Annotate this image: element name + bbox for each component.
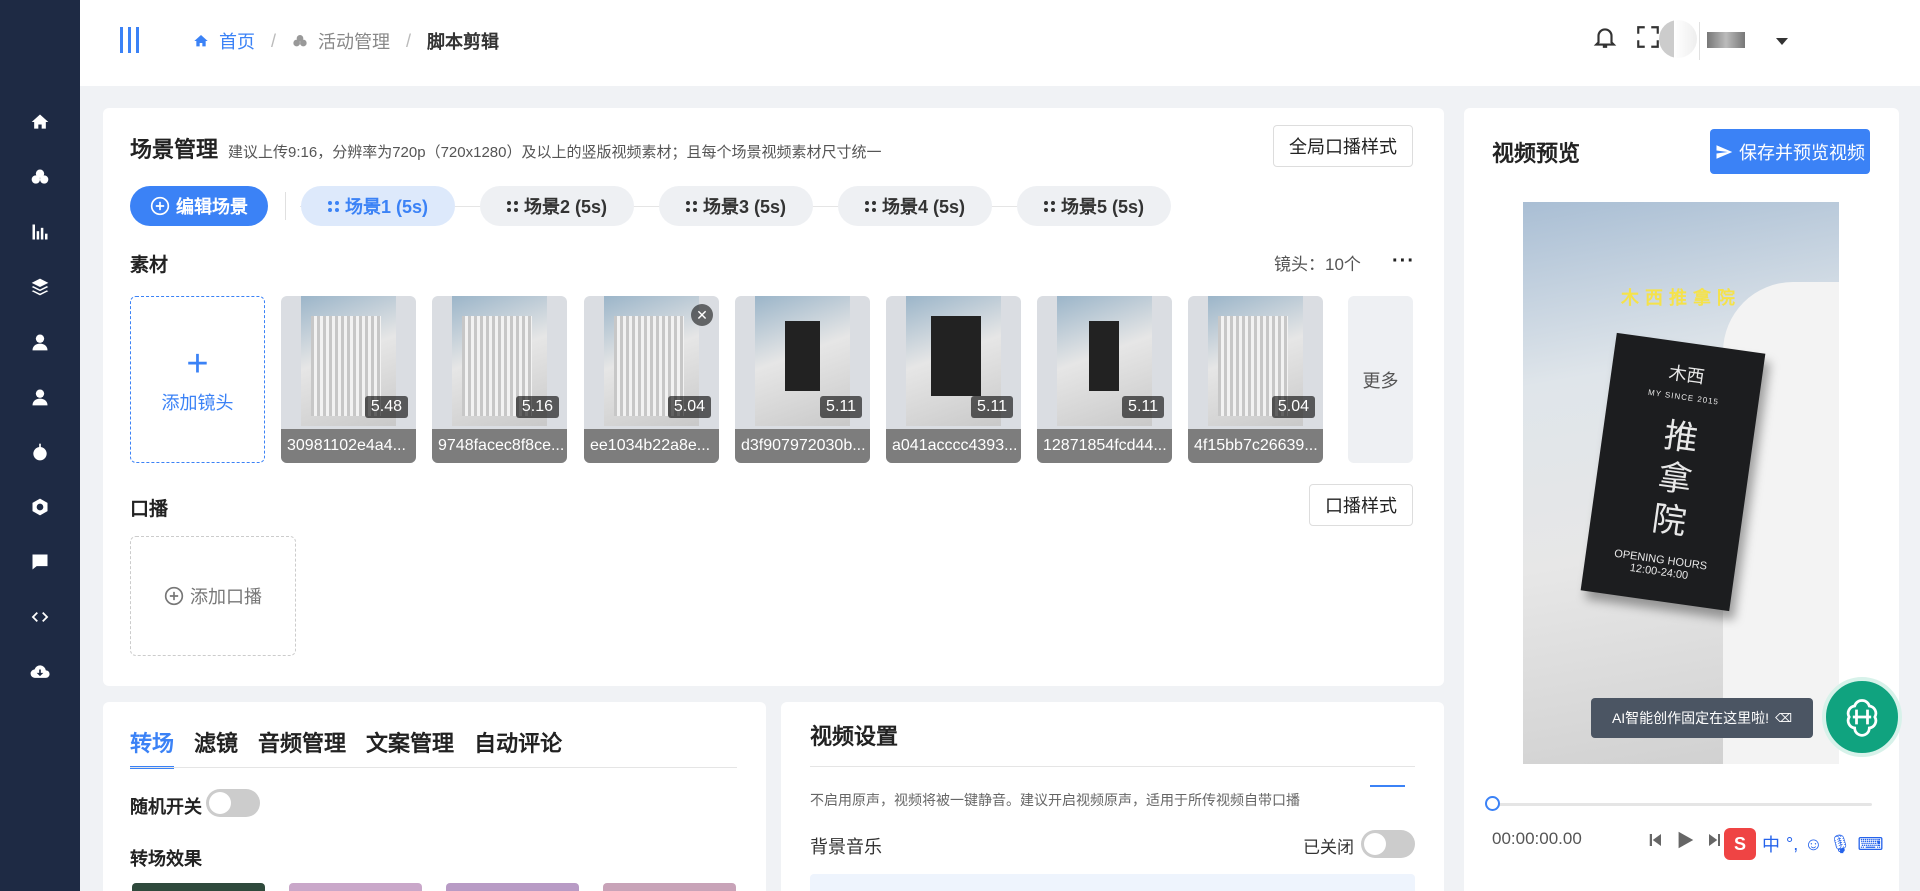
user-icon[interactable] (28, 330, 52, 354)
robot-icon[interactable] (28, 440, 52, 464)
edit-scene-button[interactable]: 编辑场景 (130, 186, 268, 226)
effect-thumb[interactable] (132, 883, 265, 891)
bgm-label: 背景音乐 (810, 837, 882, 857)
scene-pill-2[interactable]: 场景2 (5s) (480, 186, 634, 226)
video-settings-title: 视频设置 (810, 724, 899, 749)
material-thumb[interactable]: 5.16 9748facec8f8ce... (432, 296, 567, 463)
play-icon[interactable] (1674, 829, 1696, 851)
video-caption: 木西推拿院 (1621, 288, 1741, 308)
close-icon[interactable]: ✕ (691, 304, 713, 326)
video-time: 00:00:00.00 (1492, 829, 1582, 848)
ai-assistant-button[interactable] (1822, 677, 1902, 757)
message-icon[interactable] (28, 550, 52, 574)
material-thumb[interactable]: 5.04 4f15bb7c26639... (1188, 296, 1323, 463)
breadcrumb-current: 脚本剪辑 (427, 32, 500, 52)
progress-track[interactable] (1492, 803, 1872, 806)
shot-count: 镜头：10个 (1274, 255, 1361, 274)
ai-tooltip: AI智能创作固定在这里啦! ⌫ (1591, 698, 1813, 738)
bell-icon[interactable] (1592, 24, 1618, 55)
tab-copywriting[interactable]: 文案管理 (366, 726, 454, 769)
user-name[interactable] (1707, 32, 1745, 48)
add-voice-button[interactable]: 添加口播 (130, 536, 296, 656)
mic-icon[interactable]: 🎙 (1829, 834, 1852, 855)
more-options-icon[interactable]: ··· (1392, 250, 1415, 273)
scene-pill-4[interactable]: 场景4 (5s) (838, 186, 992, 226)
tab-audio[interactable]: 音频管理 (258, 726, 346, 769)
layers-icon[interactable] (28, 275, 52, 299)
preview-title: 视频预览 (1492, 141, 1581, 166)
avatar[interactable] (1659, 20, 1697, 58)
cloud-download-icon[interactable] (28, 660, 52, 684)
home-icon[interactable] (28, 110, 52, 134)
add-voice-label: 添加口播 (190, 587, 262, 607)
menu-toggle-icon[interactable] (120, 27, 142, 53)
fullscreen-icon[interactable] (1635, 24, 1661, 55)
ime-language[interactable]: 中 (1762, 831, 1780, 857)
code-icon[interactable] (28, 605, 52, 629)
sidebar (0, 0, 80, 891)
tab-auto-comment[interactable]: 自动评论 (474, 726, 562, 769)
send-icon (1716, 144, 1733, 159)
settings-tabs: 转场 滤镜 音频管理 文案管理 自动评论 (130, 726, 562, 769)
material-thumb[interactable]: 5.11 12871854fcd44... (1037, 296, 1172, 463)
random-switch-label: 随机开关 (130, 797, 202, 817)
bgm-toggle[interactable] (1361, 830, 1415, 858)
material-thumb[interactable]: 5.48 30981102e4a4... (281, 296, 416, 463)
scene-pill-3[interactable]: 场景3 (5s) (659, 186, 813, 226)
scene-title: 场景管理 (130, 137, 219, 162)
user-2-icon[interactable] (28, 385, 52, 409)
voice-label: 口播 (130, 499, 169, 520)
material-thumb[interactable]: 5.11 a041acccc4393... (886, 296, 1021, 463)
chevron-down-icon[interactable] (1776, 38, 1788, 45)
save-preview-button[interactable]: 保存并预览视频 (1710, 129, 1870, 174)
add-shot-button[interactable]: + 添加镜头 (130, 296, 265, 463)
tab-filter[interactable]: 滤镜 (194, 726, 238, 769)
bgm-panel (810, 874, 1415, 891)
plus-circle-icon (150, 196, 170, 216)
plus-circle-icon (164, 586, 184, 606)
player-controls (1646, 829, 1724, 851)
skip-back-icon[interactable] (1646, 830, 1664, 850)
save-preview-label: 保存并预览视频 (1739, 142, 1865, 163)
random-toggle[interactable] (206, 789, 260, 817)
punctuation-icon[interactable]: °, (1786, 834, 1798, 855)
ime-logo-icon[interactable]: S (1724, 828, 1756, 860)
top-bar: 首页 / 活动管理 / 脚本剪辑 (80, 0, 1920, 86)
cluster-icon (293, 35, 307, 47)
effect-thumb[interactable] (603, 883, 736, 891)
settings-icon[interactable] (28, 495, 52, 519)
effect-thumb[interactable] (289, 883, 422, 891)
video-player[interactable]: 木西推拿院 木西 MY SINCE 2015 推拿院 OPENING HOURS… (1523, 202, 1839, 764)
video-settings-note: 不启用原声，视频将被一键静音。建议开启视频原声，适用于所传视频自带口播 (810, 792, 1300, 808)
keyboard-icon[interactable]: ⌨ (1857, 834, 1883, 855)
close-icon[interactable]: ⌫ (1775, 711, 1792, 725)
breadcrumb-activity[interactable]: 活动管理 (318, 28, 390, 54)
global-voice-style-button[interactable]: 全局口播样式 (1273, 125, 1413, 167)
effect-thumb[interactable] (446, 883, 579, 891)
home-icon (194, 35, 208, 47)
ime-toolbar: S 中 °, ☺ 🎙 ⌨ (1720, 824, 1898, 864)
material-thumb[interactable]: 5.04 ee1034b22a8e... ✕ (584, 296, 719, 463)
ai-icon (1846, 699, 1878, 737)
cluster-icon[interactable] (28, 165, 52, 189)
bgm-state: 已关闭 (1303, 838, 1354, 857)
transition-effects-label: 转场效果 (130, 849, 202, 869)
scene-hint: 建议上传9:16，分辨率为720p（720x1280）及以上的竖版视频素材；且每… (228, 144, 882, 161)
add-shot-label: 添加镜头 (161, 392, 234, 413)
edit-scene-label: 编辑场景 (176, 197, 248, 217)
material-thumb[interactable]: 5.11 d3f907972030b... (735, 296, 870, 463)
material-label: 素材 (130, 255, 169, 276)
voice-style-button[interactable]: 口播样式 (1309, 484, 1413, 526)
more-button[interactable]: 更多 (1348, 296, 1413, 463)
plus-icon: + (186, 342, 209, 385)
emoji-icon[interactable]: ☺ (1804, 834, 1822, 855)
chart-icon[interactable] (28, 220, 52, 244)
breadcrumb: 首页 / 活动管理 / 脚本剪辑 (193, 28, 499, 54)
tab-transition[interactable]: 转场 (130, 726, 175, 769)
progress-handle[interactable] (1485, 796, 1500, 811)
scene-pill-1[interactable]: 场景1 (5s) (301, 186, 455, 226)
scene-pill-5[interactable]: 场景5 (5s) (1017, 186, 1171, 226)
breadcrumb-home[interactable]: 首页 (219, 28, 255, 54)
